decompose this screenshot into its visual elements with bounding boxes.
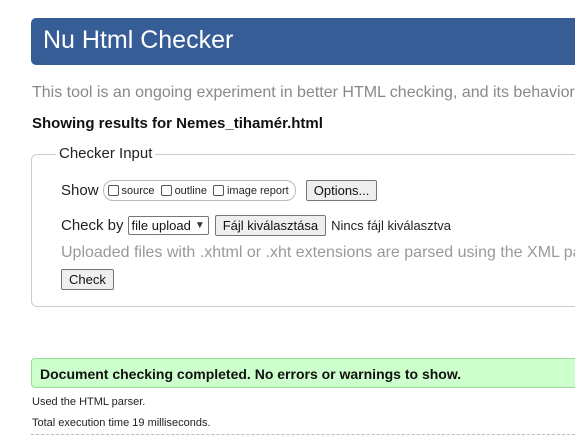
show-source-option[interactable]: source: [107, 184, 155, 197]
image-report-checkbox[interactable]: [212, 185, 224, 196]
results-heading: Showing results for Nemes_tihamér.html: [32, 115, 323, 132]
source-label: source: [121, 184, 155, 197]
success-message-box: Document checking completed. No errors o…: [31, 358, 575, 388]
check-by-row: Check by file upload ▼ Fájl kiválasztása…: [61, 215, 451, 236]
header-bar: Nu Html Checker: [31, 18, 575, 65]
show-image-report-option[interactable]: image report: [212, 184, 289, 197]
upload-note: Uploaded files with .xhtml or .xht exten…: [61, 244, 575, 261]
checker-input-fieldset: Checker Input Show source outline image …: [31, 145, 575, 307]
outline-label: outline: [174, 184, 207, 197]
divider: [31, 434, 575, 435]
check-by-label: Check by: [61, 217, 124, 234]
check-by-selected-value: file upload: [131, 218, 191, 233]
options-button[interactable]: Options...: [305, 180, 378, 201]
outline-checkbox[interactable]: [160, 185, 172, 196]
success-message: Document checking completed. No errors o…: [40, 366, 462, 382]
check-button[interactable]: Check: [61, 269, 114, 290]
no-file-chosen-text: Nincs fájl kiválasztva: [331, 218, 452, 233]
intro-text: This tool is an ongoing experiment in be…: [32, 84, 575, 101]
execution-time: Total execution time 19 milliseconds.: [32, 417, 211, 429]
parser-note: Used the HTML parser.: [32, 396, 146, 408]
source-checkbox[interactable]: [107, 185, 119, 196]
image-report-label: image report: [226, 184, 289, 197]
check-by-select[interactable]: file upload ▼: [127, 216, 209, 235]
show-options-group: source outline image report: [102, 180, 296, 201]
show-row: Show source outline image report Options…: [61, 180, 378, 201]
chevron-down-icon: ▼: [194, 220, 205, 231]
page-title: Nu Html Checker: [43, 26, 234, 54]
page: Nu Html Checker This tool is an ongoing …: [0, 0, 575, 442]
checker-input-legend: Checker Input: [56, 145, 156, 162]
show-label: Show: [61, 182, 99, 199]
show-outline-option[interactable]: outline: [160, 184, 207, 197]
choose-file-button[interactable]: Fájl kiválasztása: [214, 215, 327, 236]
